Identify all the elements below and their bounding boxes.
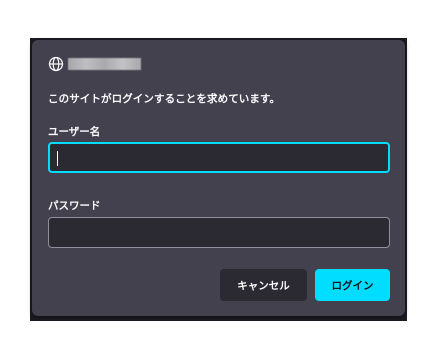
origin-url-redacted [68, 58, 141, 70]
username-field[interactable] [48, 142, 390, 173]
cancel-button[interactable]: キャンセル [220, 269, 307, 301]
password-field[interactable] [48, 217, 390, 248]
username-label: ユーザー名 [48, 126, 101, 138]
login-request-message: このサイトがログインすることを求めています。 [48, 93, 281, 105]
origin-row [48, 56, 141, 72]
login-dialog: このサイトがログインすることを求めています。 ユーザー名 パスワード キャンセル… [32, 40, 405, 316]
login-button[interactable]: ログイン [315, 269, 390, 301]
text-caret [57, 151, 58, 166]
globe-icon [48, 56, 64, 72]
password-label: パスワード [48, 200, 101, 212]
